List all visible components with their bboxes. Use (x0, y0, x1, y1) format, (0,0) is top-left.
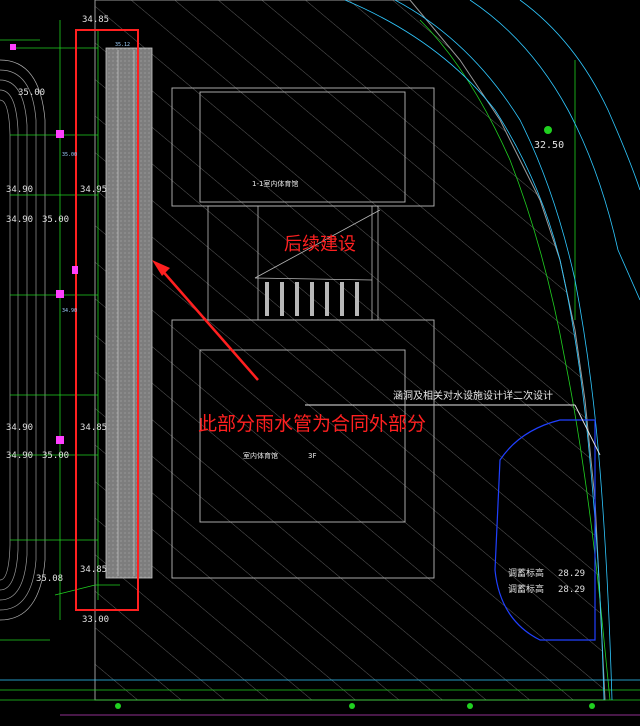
culvert-note: 涵洞及相关对水设施设计详二次设计 (393, 389, 553, 402)
manhole-markers (10, 44, 78, 444)
pond-value-upper: 28.29 (558, 569, 585, 579)
elev-road-right: 32.50 (534, 140, 564, 151)
pond-label-upper: 调蓄标高 (508, 567, 544, 579)
west-strip (105, 47, 153, 579)
elev-strip-lower: 34.85 (80, 423, 107, 433)
pond-label-lower: 调蓄标高 (508, 583, 544, 595)
elev-small-c: 34.90 (62, 308, 77, 314)
elev-track-top: 35.00 (18, 88, 45, 98)
elev-left-d: 34.90 (6, 423, 33, 433)
elev-strip-bottom: 34.85 (80, 565, 107, 575)
running-track (0, 39, 50, 641)
elev-left-e: 34.90 (6, 451, 33, 461)
elev-left-a: 34.90 (6, 185, 33, 195)
future-build-label: 后续建设 (284, 234, 356, 255)
red-note: 此部分雨水管为合同外部分 (198, 413, 426, 435)
pond-value-lower: 28.29 (558, 585, 585, 595)
building-lower-label: 室内体育馆 (243, 451, 278, 460)
cad-drawing: 此部分雨水管为合同外部分 后续建设 涵洞及相关对水设施设计详二次设计 1-1室内… (0, 0, 640, 716)
elev-strip-upper: 34.95 (80, 185, 107, 195)
elev-bottom-a: 35.08 (36, 574, 63, 584)
elev-left-f: 35.00 (42, 451, 69, 461)
elev-left-b: 34.90 (6, 215, 33, 225)
elev-small-a: 35.12 (115, 42, 130, 48)
building-floors-label: 3F (308, 452, 316, 460)
elev-left-c: 35.00 (42, 215, 69, 225)
elev-small-b: 35.00 (62, 152, 77, 158)
elev-strip-top: 34.85 (82, 15, 109, 25)
elev-bottom-b: 33.00 (82, 615, 109, 625)
building-upper-label: 1-1室内体育馆 (252, 179, 298, 188)
